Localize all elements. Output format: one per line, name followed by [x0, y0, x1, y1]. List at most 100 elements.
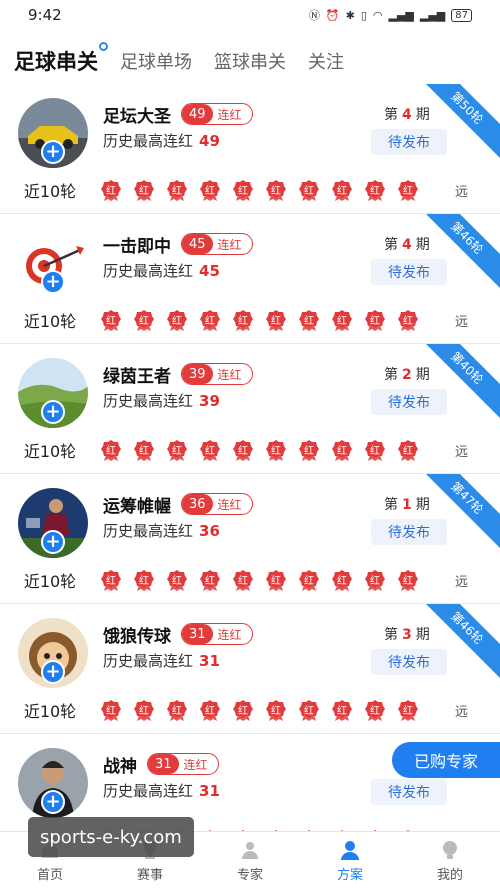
- pending-button[interactable]: 待发布: [371, 779, 447, 805]
- streak-count: 45: [182, 234, 213, 254]
- history-value: 31: [199, 782, 220, 800]
- far-label: 远: [454, 444, 468, 460]
- red-win-badge-icon: 红: [265, 569, 287, 591]
- red-win-badge-icon: 红: [397, 439, 419, 461]
- red-win-badge-icon: 红: [298, 569, 320, 591]
- expert-icon: [242, 841, 258, 859]
- period: 第3期: [384, 627, 430, 643]
- streak-badge: 36 连红: [181, 493, 253, 515]
- streak-badge: 45 连红: [181, 233, 253, 255]
- expert-card[interactable]: + 足坛大圣 49 连红 历史最高连红 49 第 4 期待发布 第50轮 近10轮红红红红红红红红红…: [0, 84, 500, 214]
- history-value: 36: [199, 522, 220, 540]
- history-value: 39: [199, 392, 220, 410]
- red-win-badge-icon: 红: [331, 699, 353, 721]
- bluetooth-icon: ✱: [345, 8, 355, 22]
- far-label: 远: [454, 314, 468, 330]
- status-icons: Ⓝ ⏰ ✱ ▯ ◠ ▂▄▆ ▂▄▆ 87: [309, 7, 472, 23]
- red-win-badge-icon: 红: [397, 309, 419, 331]
- red-win-badge-icon: 红: [265, 699, 287, 721]
- recent-label: 近10轮: [23, 312, 77, 331]
- recent-results-row: 近10轮红红红红红红红红红红远: [0, 430, 500, 470]
- recent-label: 近10轮: [23, 442, 77, 461]
- expert-name: 绿茵王者: [103, 367, 171, 386]
- red-win-badge-icon: 红: [133, 439, 155, 461]
- bought-experts-button[interactable]: 已购专家: [392, 742, 500, 778]
- streak-label: 连红: [217, 497, 242, 512]
- tab-football-single[interactable]: 足球单场: [120, 48, 192, 74]
- tab-football-parlay[interactable]: 足球串关: [14, 42, 108, 76]
- follow-plus-icon[interactable]: +: [41, 530, 65, 554]
- follow-plus-icon[interactable]: +: [41, 270, 65, 294]
- expert-name: 足坛大圣: [103, 107, 171, 126]
- plan-icon: [341, 840, 359, 860]
- red-win-badge-icon: 红: [100, 569, 122, 591]
- recent-label: 近10轮: [23, 702, 77, 721]
- red-win-badge-icon: 红: [331, 309, 353, 331]
- period: 第4期: [384, 107, 430, 123]
- tab-follow[interactable]: 关注: [308, 48, 344, 74]
- red-win-badge-icon: 红: [397, 699, 419, 721]
- pending-button[interactable]: 待发布: [371, 129, 447, 155]
- badge-row: 红红红红红红红红红红: [100, 179, 419, 201]
- category-tabs: 足球串关 足球单场 篮球串关 关注: [0, 30, 500, 92]
- signal-icon: ▂▄▆: [388, 8, 414, 22]
- expert-card[interactable]: + 绿茵王者 39 连红 历史最高连红 39 第 2 期待发布 第40轮 近10轮红红红红红红红红红…: [0, 344, 500, 474]
- pending-button[interactable]: 待发布: [371, 519, 447, 545]
- signal-icon-2: ▂▄▆: [419, 8, 446, 22]
- nfc-icon: Ⓝ: [308, 9, 320, 22]
- tab-basketball-parlay[interactable]: 篮球串关: [214, 48, 286, 74]
- recent-results-row: 近10轮红红红红红红红红红红远: [0, 300, 500, 340]
- red-win-badge-icon: 红: [100, 309, 122, 331]
- expert-card[interactable]: + 饿狼传球 31 连红 历史最高连红 31 第 3 期待发布 第46轮 近10轮红红红红红红红红红…: [0, 604, 500, 734]
- follow-plus-icon[interactable]: +: [41, 400, 65, 424]
- expert-name: 饿狼传球: [103, 627, 171, 646]
- red-win-badge-icon: 红: [298, 179, 320, 201]
- battery-icon: 87: [451, 8, 472, 22]
- red-win-badge-icon: 红: [364, 439, 386, 461]
- history-best: 历史最高连红 45: [103, 262, 220, 280]
- history-value: 31: [199, 652, 220, 670]
- follow-plus-icon[interactable]: +: [41, 660, 65, 684]
- pending-button[interactable]: 待发布: [371, 259, 447, 285]
- history-best: 历史最高连红 31: [103, 782, 220, 800]
- expert-name: 一击即中: [103, 237, 171, 256]
- red-win-badge-icon: 红: [331, 569, 353, 591]
- red-win-badge-icon: 红: [199, 309, 221, 331]
- nav-experts[interactable]: 专家: [200, 832, 300, 889]
- streak-label: 连红: [217, 107, 242, 122]
- red-win-badge-icon: 红: [199, 699, 221, 721]
- vibrate-icon: ▯: [360, 8, 367, 22]
- watermark: sports-e-ky.com: [28, 817, 194, 857]
- streak-count: 39: [182, 364, 213, 384]
- pending-button[interactable]: 待发布: [371, 649, 447, 675]
- period: 第1期: [384, 497, 430, 513]
- red-win-badge-icon: 红: [265, 439, 287, 461]
- follow-plus-icon[interactable]: +: [41, 790, 65, 814]
- red-win-badge-icon: 红: [199, 179, 221, 201]
- expert-card[interactable]: + 一击即中 45 连红 历史最高连红 45 第 4 期待发布 第46轮 近10轮红红红红红红红红红…: [0, 214, 500, 344]
- red-win-badge-icon: 红: [199, 439, 221, 461]
- badge-row: 红红红红红红红红红红: [100, 699, 419, 721]
- red-win-badge-icon: 红: [232, 309, 254, 331]
- period-number: 4: [402, 107, 412, 123]
- nav-plans[interactable]: 方案: [300, 832, 400, 889]
- recent-results-row: 近10轮红红红红红红红红红红远: [0, 170, 500, 210]
- follow-plus-icon[interactable]: +: [41, 140, 65, 164]
- far-label: 远: [454, 574, 468, 590]
- red-win-badge-icon: 红: [133, 309, 155, 331]
- status-time: 9:42: [28, 6, 62, 24]
- status-bar: 9:42 Ⓝ ⏰ ✱ ▯ ◠ ▂▄▆ ▂▄▆ 87: [0, 0, 500, 30]
- far-label: 远: [454, 704, 468, 720]
- history-value: 45: [199, 262, 220, 280]
- red-win-badge-icon: 红: [364, 569, 386, 591]
- red-win-badge-icon: 红: [298, 439, 320, 461]
- nav-profile[interactable]: 我的: [400, 832, 500, 889]
- red-win-badge-icon: 红: [133, 569, 155, 591]
- period: 第2期: [384, 367, 430, 383]
- expert-card[interactable]: + 运筹帷幄 36 连红 历史最高连红 36 第 1 期待发布 第47轮 近10轮红红红红红红红红红…: [0, 474, 500, 604]
- red-win-badge-icon: 红: [100, 699, 122, 721]
- expert-name: 战神: [103, 757, 137, 776]
- period-number: 1: [402, 497, 412, 513]
- pending-button[interactable]: 待发布: [371, 389, 447, 415]
- red-win-badge-icon: 红: [298, 699, 320, 721]
